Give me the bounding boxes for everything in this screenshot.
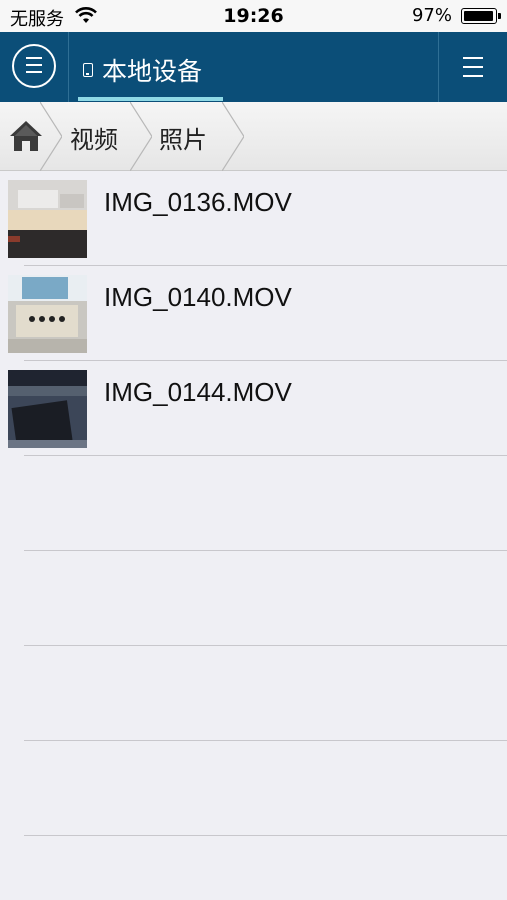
- menu-icon: [26, 57, 42, 75]
- active-tab-indicator: [78, 97, 223, 101]
- nav-bar: 本地设备: [0, 32, 507, 102]
- tab-local-device[interactable]: 本地设备: [78, 32, 223, 102]
- row-separator: [24, 835, 507, 836]
- video-thumbnail: [8, 370, 87, 448]
- battery-level: [464, 11, 494, 21]
- chevron-right-icon: [222, 102, 244, 171]
- breadcrumb-item-video[interactable]: 视频: [70, 120, 118, 155]
- empty-row: [0, 741, 507, 836]
- status-bar: 无服务 19:26 97%: [0, 0, 507, 32]
- battery-percent: 97%: [411, 5, 452, 26]
- side-menu-button[interactable]: [12, 44, 56, 88]
- list-item[interactable]: IMG_0140.MOV: [0, 266, 507, 361]
- list-item[interactable]: IMG_0144.MOV: [0, 361, 507, 456]
- empty-row: [0, 456, 507, 551]
- breadcrumb: 视频 照片: [0, 102, 507, 171]
- empty-row: [0, 646, 507, 741]
- file-list: IMG_0136.MOV IMG_0140.MOV IMG_0144.MOV: [0, 171, 507, 836]
- chevron-right-icon: [40, 102, 62, 171]
- file-name: IMG_0144.MOV: [104, 377, 292, 407]
- file-name: IMG_0140.MOV: [104, 282, 292, 312]
- battery-icon: [461, 8, 501, 24]
- home-icon[interactable]: [8, 118, 44, 154]
- empty-row: [0, 551, 507, 646]
- video-thumbnail: [8, 180, 87, 258]
- breadcrumb-item-photos[interactable]: 照片: [159, 120, 207, 155]
- options-menu-button[interactable]: [439, 32, 507, 102]
- chevron-right-icon: [130, 102, 152, 171]
- nav-divider: [68, 32, 69, 102]
- list-item[interactable]: IMG_0136.MOV: [0, 171, 507, 266]
- phone-icon: [83, 63, 93, 77]
- video-thumbnail: [8, 275, 87, 353]
- tab-local-device-label: 本地设备: [102, 57, 203, 86]
- hamburger-icon: [463, 57, 483, 84]
- file-name: IMG_0136.MOV: [104, 187, 292, 217]
